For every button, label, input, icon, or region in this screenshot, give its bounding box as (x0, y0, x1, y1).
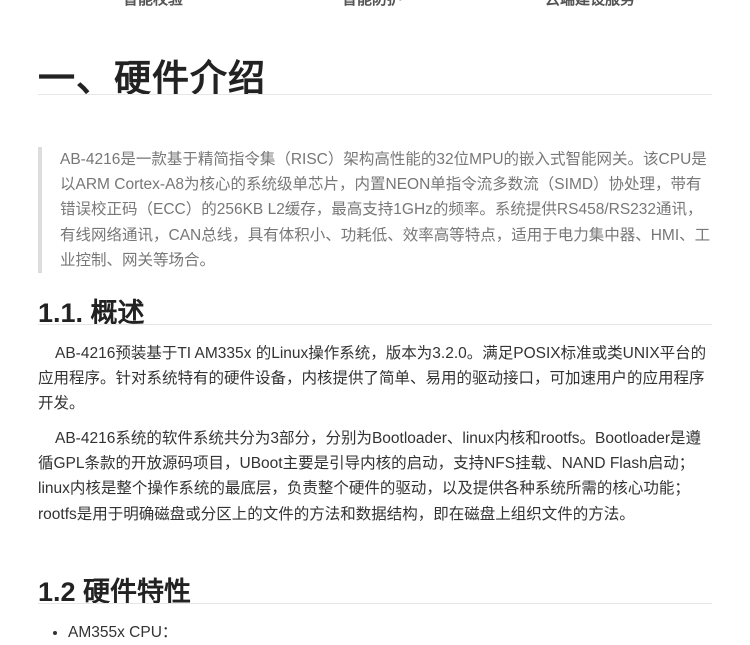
feature-list: AM355x CPU： (38, 620, 177, 645)
nav-item[interactable]: 云端建设服务 (545, 0, 635, 9)
top-navigation: 智能校验 智能防护 云端建设服务 (0, 0, 750, 10)
heading-divider (38, 94, 712, 95)
heading-divider (38, 603, 712, 604)
overview-paragraph-2: AB-4216系统的软件系统共分为3部分，分别为Bootloader、linux… (38, 430, 702, 523)
nav-item[interactable]: 智能校验 (123, 0, 183, 9)
intro-blockquote: AB-4216是一款基于精简指令集（RISC）架构高性能的32位MPU的嵌入式智… (38, 147, 716, 274)
nav-item[interactable]: 智能防护 (342, 0, 402, 9)
list-item: AM355x CPU： (68, 620, 177, 645)
overview-paragraph-1: AB-4216预装基于TI AM335x 的Linux操作系统，版本为3.2.0… (38, 345, 707, 413)
heading-divider (38, 324, 712, 325)
